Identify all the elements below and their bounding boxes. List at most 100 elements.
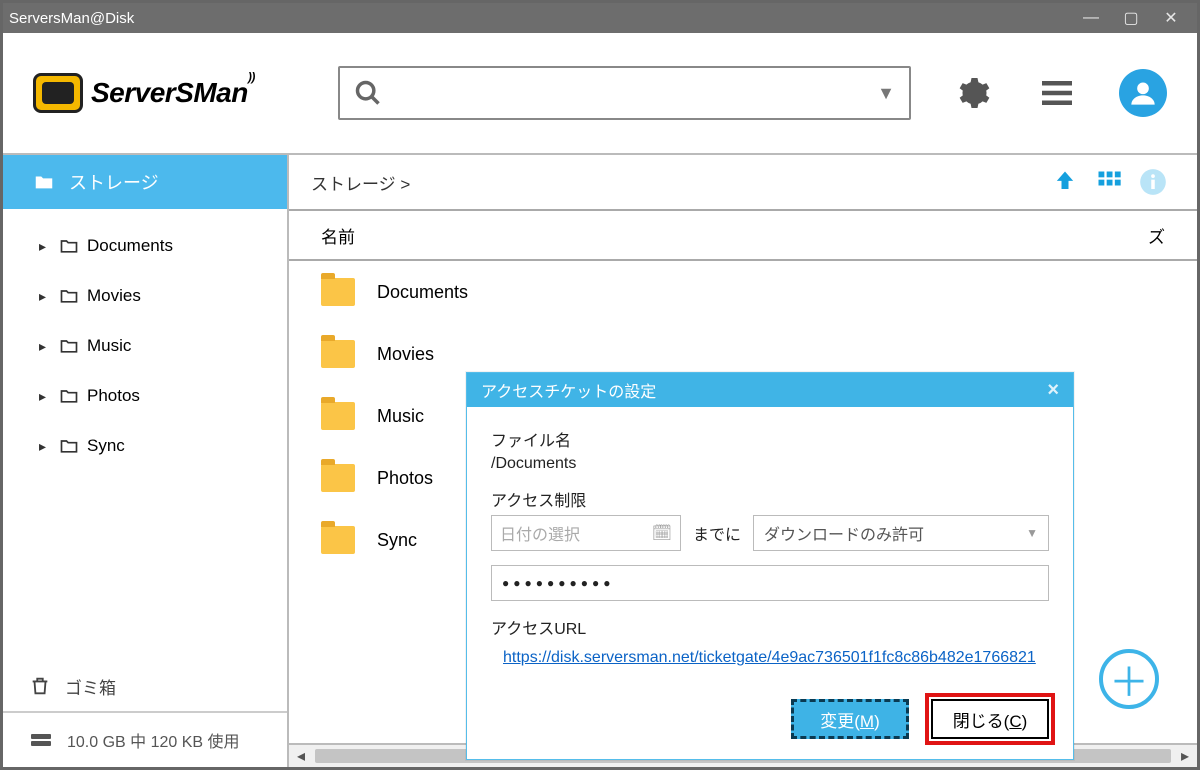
folder-icon xyxy=(321,340,355,368)
sidebar-item-label: Documents xyxy=(87,236,173,256)
dialog-title: アクセスチケットの設定 xyxy=(481,378,1047,402)
sidebar-item-music[interactable]: ▸ Music xyxy=(3,321,287,371)
sidebar-item-label: Music xyxy=(87,336,131,356)
header: ServerSMan)) ▼ xyxy=(3,33,1197,153)
file-name: Movies xyxy=(377,344,434,365)
grid-icon xyxy=(1095,168,1123,196)
trash-label: ゴミ箱 xyxy=(65,674,116,699)
sidebar-item-sync[interactable]: ▸ Sync xyxy=(3,421,287,471)
access-limit-row: 日付の選択 🗓 までに ダウンロードのみ許可 ▼ xyxy=(491,515,1049,551)
info-button[interactable] xyxy=(1131,168,1175,196)
hamburger-icon xyxy=(1039,75,1075,111)
upload-icon xyxy=(1051,168,1079,196)
chevron-right-icon: ▸ xyxy=(39,238,51,255)
close-window-button[interactable]: ✕ xyxy=(1151,8,1191,28)
main-pane: ストレージ > 名前 ズ Documents Movies Music xyxy=(289,155,1197,767)
search-dropdown-caret[interactable]: ▼ xyxy=(877,83,895,104)
app-window: ServersMan@Disk — ▢ ✕ ServerSMan)) ▼ xyxy=(0,0,1200,770)
folder-icon xyxy=(321,464,355,492)
breadcrumb[interactable]: ストレージ > xyxy=(311,170,410,195)
maximize-button[interactable]: ▢ xyxy=(1111,8,1151,28)
search-box[interactable]: ▼ xyxy=(338,66,911,120)
file-name-value: /Documents xyxy=(491,455,1049,473)
file-name-label: ファイル名 xyxy=(491,427,1049,451)
info-icon xyxy=(1139,168,1167,196)
sidebar-storage-header[interactable]: ストレージ xyxy=(3,155,287,209)
column-header: 名前 ズ xyxy=(289,211,1197,261)
file-name: Sync xyxy=(377,530,417,551)
storage-usage: 10.0 GB 中 120 KB 使用 xyxy=(3,711,287,767)
disk-icon xyxy=(29,728,53,752)
folder-icon xyxy=(59,336,79,356)
upload-button[interactable] xyxy=(1043,168,1087,196)
minimize-button[interactable]: — xyxy=(1071,9,1111,27)
window-title: ServersMan@Disk xyxy=(9,10,1071,27)
logo-text: ServerSMan)) xyxy=(91,77,255,110)
account-button[interactable] xyxy=(1119,69,1167,117)
until-label: までに xyxy=(693,521,741,545)
sidebar: ストレージ ▸ Documents ▸ Movies ▸ Music xyxy=(3,155,289,767)
file-name: Photos xyxy=(377,468,433,489)
sidebar-item-documents[interactable]: ▸ Documents xyxy=(3,221,287,271)
logo-icon xyxy=(33,73,83,113)
sidebar-item-label: Photos xyxy=(87,386,140,406)
access-url-link[interactable]: https://disk.serversman.net/ticketgate/4… xyxy=(491,643,1049,671)
search-input[interactable] xyxy=(382,83,877,104)
sidebar-item-label: Movies xyxy=(87,286,141,306)
column-name[interactable]: 名前 xyxy=(321,223,1085,248)
search-icon xyxy=(354,79,382,107)
sidebar-item-label: Sync xyxy=(87,436,125,456)
menu-button[interactable] xyxy=(1035,71,1079,115)
storage-usage-text: 10.0 GB 中 120 KB 使用 xyxy=(67,728,240,752)
file-name: Documents xyxy=(377,282,468,303)
file-name: Music xyxy=(377,406,424,427)
trash-icon xyxy=(29,675,51,697)
folder-icon xyxy=(59,436,79,456)
password-field[interactable]: ●●●●●●●●●● xyxy=(491,565,1049,601)
permission-dropdown[interactable]: ダウンロードのみ許可 ▼ xyxy=(753,515,1049,551)
settings-button[interactable] xyxy=(951,71,995,115)
gear-icon xyxy=(955,75,991,111)
chevron-right-icon: ▸ xyxy=(39,438,51,455)
breadcrumb-bar: ストレージ > xyxy=(289,155,1197,211)
calendar-icon[interactable]: 🗓 xyxy=(652,523,672,543)
sidebar-tree: ▸ Documents ▸ Movies ▸ Music ▸ P xyxy=(3,209,287,483)
date-placeholder: 日付の選択 xyxy=(500,521,580,545)
chevron-right-icon: ▸ xyxy=(39,338,51,355)
sidebar-item-photos[interactable]: ▸ Photos xyxy=(3,371,287,421)
dialog-body: ファイル名 /Documents アクセス制限 日付の選択 🗓 までに ダウンロ… xyxy=(467,407,1073,759)
access-url-label: アクセスURL xyxy=(491,615,1049,639)
close-button[interactable]: 閉じる(C) xyxy=(931,699,1049,739)
dialog-titlebar[interactable]: アクセスチケットの設定 × xyxy=(467,373,1073,407)
date-input[interactable]: 日付の選択 🗓 xyxy=(491,515,681,551)
titlebar: ServersMan@Disk — ▢ ✕ xyxy=(3,3,1197,33)
folder-icon xyxy=(321,526,355,554)
chevron-right-icon: ▸ xyxy=(39,288,51,305)
view-grid-button[interactable] xyxy=(1087,168,1131,196)
access-limit-label: アクセス制限 xyxy=(491,487,1049,511)
plus-icon: ＋ xyxy=(1109,650,1149,708)
user-icon xyxy=(1129,79,1157,107)
permission-value: ダウンロードのみ許可 xyxy=(764,521,924,545)
folder-icon xyxy=(321,402,355,430)
body: ストレージ ▸ Documents ▸ Movies ▸ Music xyxy=(3,153,1197,767)
folder-icon xyxy=(59,386,79,406)
sidebar-spacer xyxy=(3,483,287,661)
add-button[interactable]: ＋ xyxy=(1099,649,1159,709)
chevron-down-icon: ▼ xyxy=(1026,526,1038,540)
sidebar-storage-label: ストレージ xyxy=(69,169,159,195)
dialog-close-button[interactable]: × xyxy=(1047,379,1059,402)
list-item[interactable]: Documents xyxy=(289,261,1197,323)
chevron-right-icon: ▸ xyxy=(39,388,51,405)
folder-icon xyxy=(321,278,355,306)
sidebar-trash[interactable]: ゴミ箱 xyxy=(3,661,287,711)
column-size[interactable]: ズ xyxy=(1085,223,1165,248)
sidebar-item-movies[interactable]: ▸ Movies xyxy=(3,271,287,321)
scroll-left-icon[interactable]: ◂ xyxy=(289,746,313,766)
folder-icon xyxy=(59,236,79,256)
access-ticket-dialog: アクセスチケットの設定 × ファイル名 /Documents アクセス制限 日付… xyxy=(466,372,1074,760)
scroll-right-icon[interactable]: ▸ xyxy=(1173,746,1197,766)
change-button[interactable]: 変更(M) xyxy=(791,699,909,739)
dialog-buttons: 変更(M) 閉じる(C) xyxy=(491,699,1049,739)
password-mask: ●●●●●●●●●● xyxy=(502,576,614,590)
